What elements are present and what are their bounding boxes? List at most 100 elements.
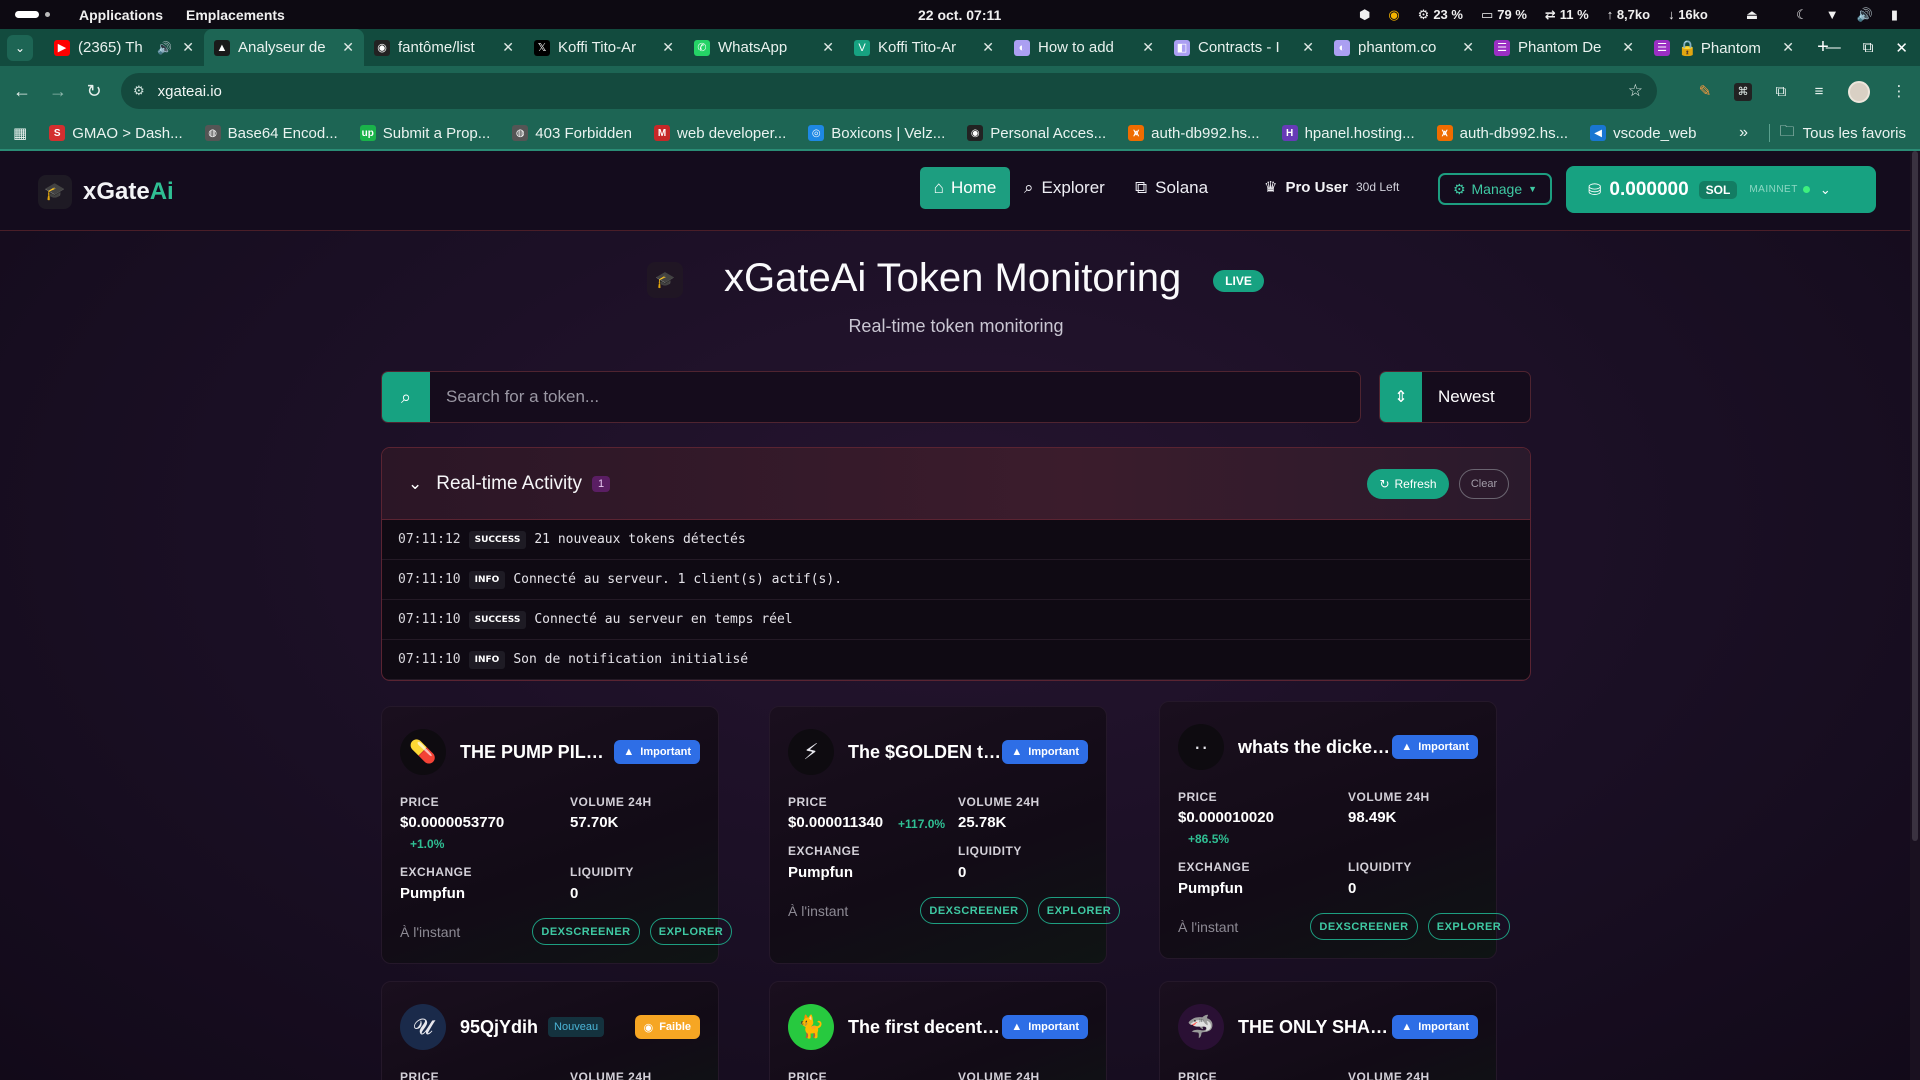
browser-tab[interactable]: ✆ WhatsApp ✕ [684, 29, 844, 66]
system-clock[interactable]: 22 oct. 07:11 [918, 7, 1001, 23]
token-name[interactable]: THE PUMP PILL. ... [460, 742, 614, 763]
bookmark-item[interactable]: ⩙ auth-db992.hs... [1128, 125, 1260, 142]
nav-solana-link[interactable]: ⧉ Solana [1135, 167, 1208, 209]
token-card[interactable]: 💊 THE PUMP PILL. ... ▲ Important PRICE VOLUME… [381, 706, 732, 964]
nav-explorer-link[interactable]: ⌕ Explorer [1024, 167, 1105, 209]
browser-tab[interactable]: ◐ phantom.co ✕ [1324, 29, 1484, 66]
token-name[interactable]: 95QjYdih [460, 1017, 538, 1038]
profile-avatar[interactable] [1848, 80, 1870, 103]
app-logo[interactable]: 🎓 xGateAi [38, 175, 174, 209]
chrome-icon[interactable]: ◉ [1388, 7, 1399, 23]
token-card[interactable]: 𝓤 95QjYdih Nouveau ◉ Faible PRICE VOLUME 24H [381, 981, 719, 1080]
tray-cube-icon[interactable]: ⬢ [1359, 7, 1370, 23]
wallet-button[interactable]: ⛁ 0.000000 SOL MAINNET ⌄ [1566, 166, 1876, 213]
close-window-icon[interactable]: ✕ [1895, 39, 1908, 57]
wifi-icon[interactable]: ▼ [1826, 7, 1839, 22]
bookmark-item[interactable]: S GMAO > Dash... [49, 125, 183, 142]
log-row: 07:11:10 INFO Son de notification initiali… [382, 640, 1530, 680]
bookmark-item[interactable]: Mweb developer... [654, 125, 786, 142]
night-mode-icon[interactable]: ☾ [1796, 7, 1808, 23]
token-card[interactable]: 🦈 THE ONLY SHAR... ▲ Important PRICE VOLUME 2… [1159, 981, 1497, 1080]
applications-menu[interactable]: Applications [79, 7, 163, 23]
eject-icon[interactable]: ⏏ [1746, 7, 1758, 23]
bookmark-item[interactable]: up Submit a Prop... [359, 125, 490, 142]
explorer-button[interactable]: EXPLORER [1038, 897, 1120, 924]
tab-close-icon[interactable]: ✕ [982, 39, 994, 56]
tab-close-icon[interactable]: ✕ [502, 39, 514, 56]
url-text[interactable]: xgateai.io [158, 83, 222, 100]
restore-icon[interactable]: ⧉ [1863, 39, 1874, 56]
browser-tab[interactable]: ◧ Contracts - I ✕ [1164, 29, 1324, 66]
apps-grid-icon[interactable]: ▦ [13, 124, 27, 142]
token-card[interactable]: ⚡ The $GOLDEN tic... ▲ Important PRICE VOLUME… [769, 706, 1120, 964]
tab-close-icon[interactable]: ✕ [1462, 39, 1474, 56]
minimize-icon[interactable]: — [1826, 39, 1841, 56]
phantom-extension-icon[interactable]: ⌘ [1734, 82, 1752, 101]
tab-close-icon[interactable]: ✕ [1142, 39, 1154, 56]
tab-close-icon[interactable]: ✕ [662, 39, 674, 56]
dexscreener-button[interactable]: DEXSCREENER [920, 897, 1028, 924]
token-card[interactable]: ·· whats the dicker... ▲ Important PRICE VOLU… [1159, 701, 1510, 959]
collapse-chevron-icon[interactable]: ⌄ [408, 474, 422, 494]
clear-button[interactable]: Clear [1459, 469, 1509, 499]
token-name[interactable]: The first decentr... [848, 1017, 1002, 1038]
dexscreener-button[interactable]: DEXSCREENER [532, 918, 640, 945]
bookmark-item[interactable]: Hhpanel.hosting... [1281, 125, 1415, 142]
reload-icon[interactable]: ↻ [78, 81, 110, 102]
bookmark-item[interactable]: ⩙ auth-db992.hs... [1436, 125, 1568, 142]
bookmark-item[interactable]: ◍ Base64 Encod... [204, 124, 338, 142]
tab-close-icon[interactable]: ✕ [822, 39, 834, 56]
browser-tab[interactable]: V Koffi Tito-Ar ✕ [844, 29, 1004, 66]
site-info-icon[interactable]: ⚙ [133, 83, 145, 99]
extensions-puzzle-icon[interactable]: ⧉ [1772, 83, 1790, 101]
explorer-button[interactable]: EXPLORER [1428, 913, 1510, 940]
refresh-button[interactable]: ↻ Refresh [1367, 469, 1449, 499]
search-button[interactable]: ⌕ [382, 372, 430, 422]
browser-tab[interactable]: ◉ fantôme/list ✕ [364, 29, 524, 66]
activities-button[interactable] [15, 10, 53, 19]
tab-close-icon[interactable]: ✕ [1782, 39, 1794, 56]
browser-tab[interactable]: 𝕏 Koffi Tito-Ar ✕ [524, 29, 684, 66]
token-name[interactable]: whats the dicker... [1238, 737, 1392, 758]
scrollbar-thumb[interactable] [1912, 151, 1918, 841]
sort-select[interactable]: ⇕ Newest [1379, 371, 1531, 423]
pen-extension-icon[interactable]: ✎ [1696, 83, 1714, 101]
tab-close-icon[interactable]: ✕ [1622, 39, 1634, 56]
nav-home-button[interactable]: ⌂ Home [920, 167, 1010, 209]
browser-tab[interactable]: ◐ How to add ✕ [1004, 29, 1164, 66]
media-control-icon[interactable]: ≡ [1810, 83, 1828, 101]
browser-tab[interactable]: ☰ Phantom De ✕ [1484, 29, 1644, 66]
browser-tab[interactable]: ☰ 🔒 Phantom ✕ [1644, 29, 1804, 66]
token-card[interactable]: 🐈 The first decentr... ▲ Important PRICE VOLU… [769, 981, 1107, 1080]
explorer-button[interactable]: EXPLORER [650, 918, 732, 945]
more-bookmarks-icon[interactable]: » [1739, 124, 1748, 142]
token-name[interactable]: THE ONLY SHAR... [1238, 1017, 1392, 1038]
all-bookmarks-folder[interactable]: 🗀 Tous les favoris [1780, 121, 1906, 146]
activity-header[interactable]: ⌄ Real-time Activity 1 ↻ Refresh Clear [382, 448, 1530, 520]
page-scrollbar[interactable] [1910, 151, 1920, 1080]
bookmark-item[interactable]: ◎ Boxicons | Velz... [808, 125, 945, 142]
search-input[interactable] [430, 372, 1360, 422]
tab-close-icon[interactable]: ✕ [1302, 39, 1314, 56]
browser-tab[interactable]: ▲ Analyseur de ✕ [204, 29, 364, 66]
dexscreener-button[interactable]: DEXSCREENER [1310, 913, 1418, 940]
bookmark-item[interactable]: ◉ Personal Acces... [967, 125, 1106, 142]
bookmark-label: Base64 Encod... [227, 124, 338, 142]
forward-icon[interactable]: → [42, 81, 74, 102]
tab-close-icon[interactable]: ✕ [182, 39, 194, 56]
volume-icon[interactable]: 🔊 [1857, 7, 1873, 23]
bookmark-item[interactable]: ◍ 403 Forbidden [512, 125, 632, 142]
bookmark-item[interactable]: ◀ vscode_web [1590, 125, 1696, 142]
battery-icon[interactable]: ▮ [1891, 7, 1898, 23]
browser-tab[interactable]: ▶ (2365) Th 🔊 ✕ [44, 29, 204, 66]
tab-close-icon[interactable]: ✕ [342, 39, 354, 56]
address-bar[interactable]: ⚙ xgateai.io ☆ [121, 73, 1657, 109]
token-name[interactable]: The $GOLDEN tic... [848, 742, 1002, 763]
back-icon[interactable]: ← [6, 81, 38, 102]
browser-menu-icon[interactable]: ⋮ [1890, 83, 1908, 101]
manage-dropdown-button[interactable]: ⚙ Manage ▼ [1438, 173, 1552, 205]
speaker-icon[interactable]: 🔊 [157, 41, 172, 55]
bookmark-star-icon[interactable]: ☆ [1628, 81, 1643, 101]
locations-menu[interactable]: Emplacements [186, 7, 285, 23]
tab-search-button[interactable]: ⌄ [7, 34, 33, 61]
